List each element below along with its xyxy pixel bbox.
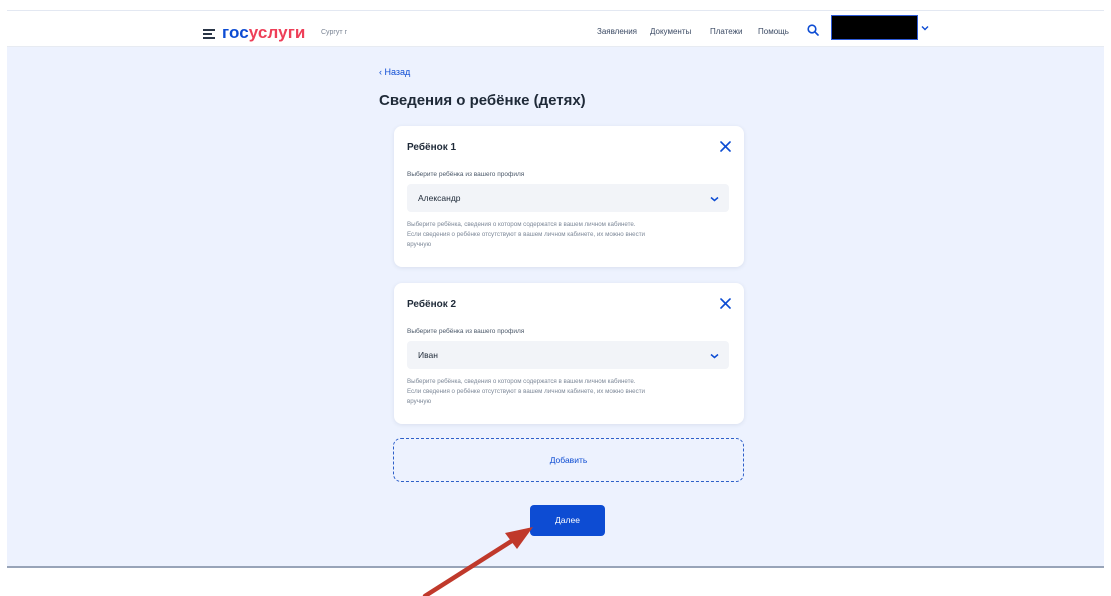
child-select-2[interactable]: Иван — [407, 341, 729, 369]
menu-icon[interactable] — [203, 29, 215, 39]
logo-part-1: гос — [222, 23, 249, 42]
logo-part-2: услуги — [248, 23, 306, 42]
hint-line: вручную — [407, 398, 432, 405]
select-value: Александр — [418, 193, 461, 203]
nav-applications[interactable]: Заявления — [597, 27, 637, 37]
page-bottom-border — [7, 566, 1104, 568]
top-header — [7, 11, 1104, 47]
chevron-down-icon[interactable] — [921, 25, 929, 31]
close-icon[interactable] — [720, 298, 731, 309]
next-button[interactable]: Далее — [530, 505, 605, 536]
select-label: Выберите ребёнка из вашего профиля — [407, 171, 525, 178]
select-hint: Выберите ребёнка, сведения о котором сод… — [407, 377, 735, 407]
gosuslugi-logo[interactable]: госуслуги — [222, 23, 305, 43]
hint-line: вручную — [407, 241, 432, 248]
page-title: Сведения о ребёнке (детях) — [379, 92, 586, 109]
child-select-1[interactable]: Александр — [407, 184, 729, 212]
select-value: Иван — [418, 350, 438, 360]
hint-line: Выберите ребёнка, сведения о котором сод… — [407, 221, 636, 228]
select-label: Выберите ребёнка из вашего профиля — [407, 328, 525, 335]
select-hint: Выберите ребёнка, сведения о котором сод… — [407, 220, 735, 250]
search-icon[interactable] — [807, 24, 819, 36]
next-button-label: Далее — [555, 515, 580, 525]
back-link[interactable]: ‹ Назад — [379, 66, 410, 78]
close-icon[interactable] — [720, 141, 731, 152]
hint-line: Если сведения о ребёнке отсутствуют в ва… — [407, 388, 645, 395]
add-child-label: Добавить — [549, 455, 588, 465]
hint-line: Выберите ребёнка, сведения о котором сод… — [407, 378, 636, 385]
hint-line: Если сведения о ребёнке отсутствуют в ва… — [407, 231, 645, 238]
city-selector[interactable]: Сургут г — [321, 28, 347, 38]
profile-redacted-block[interactable] — [831, 15, 918, 40]
chevron-down-icon — [710, 353, 719, 359]
add-child-button[interactable]: Добавить — [393, 438, 744, 482]
nav-documents[interactable]: Документы — [650, 27, 691, 37]
chevron-down-icon — [710, 196, 719, 202]
back-label: Назад — [384, 67, 411, 77]
nav-payments[interactable]: Платежи — [710, 27, 742, 37]
child-card-2: Ребёнок 2 Выберите ребёнка из вашего про… — [394, 283, 744, 424]
child-card-1: Ребёнок 1 Выберите ребёнка из вашего про… — [394, 126, 744, 267]
child-card-title: Ребёнок 2 — [407, 299, 457, 310]
nav-help[interactable]: Помощь — [758, 27, 789, 37]
child-card-title: Ребёнок 1 — [407, 142, 457, 153]
